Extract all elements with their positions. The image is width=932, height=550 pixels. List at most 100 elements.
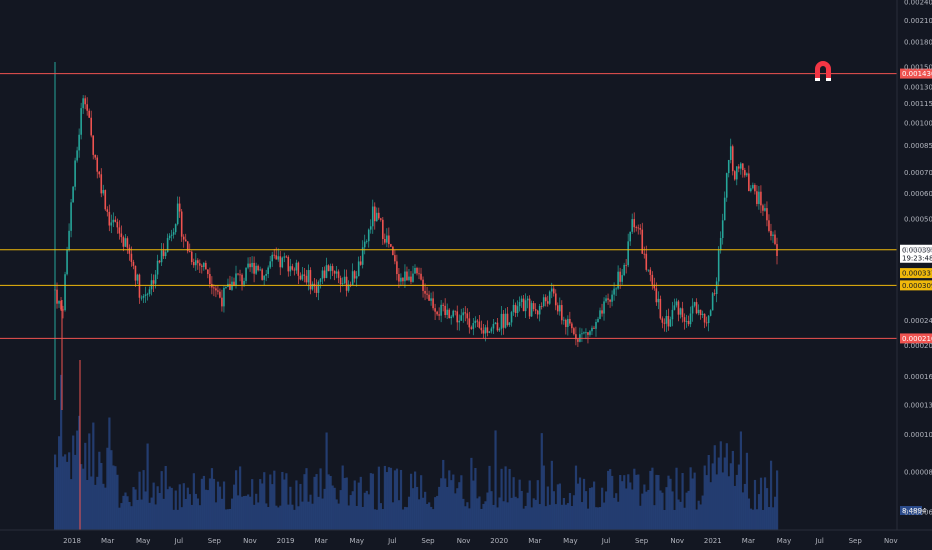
volume-bar [311, 503, 314, 530]
candle-body [392, 246, 394, 256]
volume-bar [661, 492, 664, 530]
time-tick-label: Jul [814, 537, 824, 545]
volume-bar [685, 492, 688, 530]
volume-bar [100, 462, 103, 530]
candle-body [154, 274, 157, 284]
candle-body [488, 331, 491, 333]
volume-bar [516, 498, 519, 530]
candle-body [164, 252, 167, 257]
volume-bar [297, 506, 300, 530]
candle-body [645, 253, 648, 270]
candle-body [655, 288, 658, 303]
candle-body [681, 308, 684, 318]
candle-body [396, 261, 398, 275]
time-tick-label: Mar [101, 537, 114, 545]
volume-bar [395, 468, 399, 530]
candle-body [613, 288, 615, 295]
volume-bar [130, 506, 133, 530]
candle-body [675, 301, 678, 306]
candle-body [739, 163, 742, 169]
candle-body [750, 188, 752, 192]
candle-body [365, 241, 368, 243]
candle-body [359, 261, 362, 265]
price-tick-label: 0.00016000 [904, 373, 932, 381]
volume-bar [675, 467, 678, 530]
candle-body [398, 274, 400, 282]
volume-bar [629, 482, 632, 530]
candle-body [733, 171, 736, 180]
candle-body [345, 276, 348, 291]
volume-bar [572, 495, 576, 530]
candle-body [384, 239, 386, 243]
candle-body [382, 219, 384, 240]
candle-body [237, 273, 239, 275]
volume-bar [285, 473, 288, 530]
volume-bar [731, 450, 734, 530]
candle-body [408, 276, 410, 281]
candle-body [172, 232, 175, 235]
volume-bar [749, 508, 753, 530]
volume-bar [174, 490, 177, 530]
volume-bar [597, 507, 600, 530]
volume-bar [146, 443, 149, 530]
candle-body [440, 304, 442, 316]
candle-body [633, 219, 636, 228]
candle-body [538, 305, 541, 315]
candle-body [494, 322, 497, 324]
volume-bar [307, 501, 310, 530]
volume-bar [452, 474, 455, 530]
candle-body [388, 235, 390, 245]
volume-bar [659, 490, 662, 530]
candle-body [526, 298, 529, 301]
candle-body [605, 298, 607, 302]
volume-bar [574, 465, 578, 530]
candle-body [253, 262, 255, 274]
volume-bar [518, 479, 521, 530]
candle-body [432, 298, 434, 309]
volume-bar [639, 505, 642, 530]
volume-bar [709, 482, 712, 530]
candle-body [273, 254, 276, 256]
candle-body [510, 312, 513, 323]
time-tick-label: Mar [315, 537, 328, 545]
candle-body [460, 315, 463, 321]
volume-bar [230, 498, 234, 530]
time-tick-label: Mar [528, 537, 541, 545]
candle-body [373, 206, 376, 222]
candle-body [504, 313, 507, 328]
candle-body [86, 104, 88, 111]
candle-body [414, 267, 416, 274]
candle-body [148, 289, 151, 294]
volume-bar [488, 465, 491, 530]
candle-body [558, 305, 561, 312]
volume-bar [645, 491, 648, 530]
volume-bar [182, 483, 185, 530]
candle-body [120, 233, 123, 238]
candle-body [402, 277, 404, 282]
volume-bar [617, 501, 620, 530]
price-chart[interactable]: 0.001430000.000210560.000309060.00033777… [0, 0, 932, 550]
volume-bar [609, 469, 612, 530]
volume-bar [164, 466, 167, 530]
candle-body [754, 185, 756, 192]
volume-bar [289, 486, 292, 530]
volume-bar [291, 504, 294, 530]
candle-body [500, 313, 503, 329]
candle-body [158, 260, 161, 263]
candle-body [464, 312, 467, 314]
candle-body [146, 293, 149, 295]
volume-bar [520, 490, 523, 530]
volume-bar [335, 499, 338, 530]
volume-bar [588, 487, 592, 530]
volume-bar [86, 479, 89, 530]
price-tick-label: 0.00006000 [904, 509, 932, 517]
volume-bar [502, 501, 505, 530]
price-tick-label: 0.00050000 [904, 215, 932, 223]
volume-bar [58, 436, 61, 530]
candle-body [140, 297, 143, 299]
volume-bar [430, 506, 433, 530]
volume-bar [206, 490, 210, 530]
candle-body [687, 320, 690, 325]
candle-body [341, 283, 344, 285]
volume-bar [466, 502, 469, 530]
